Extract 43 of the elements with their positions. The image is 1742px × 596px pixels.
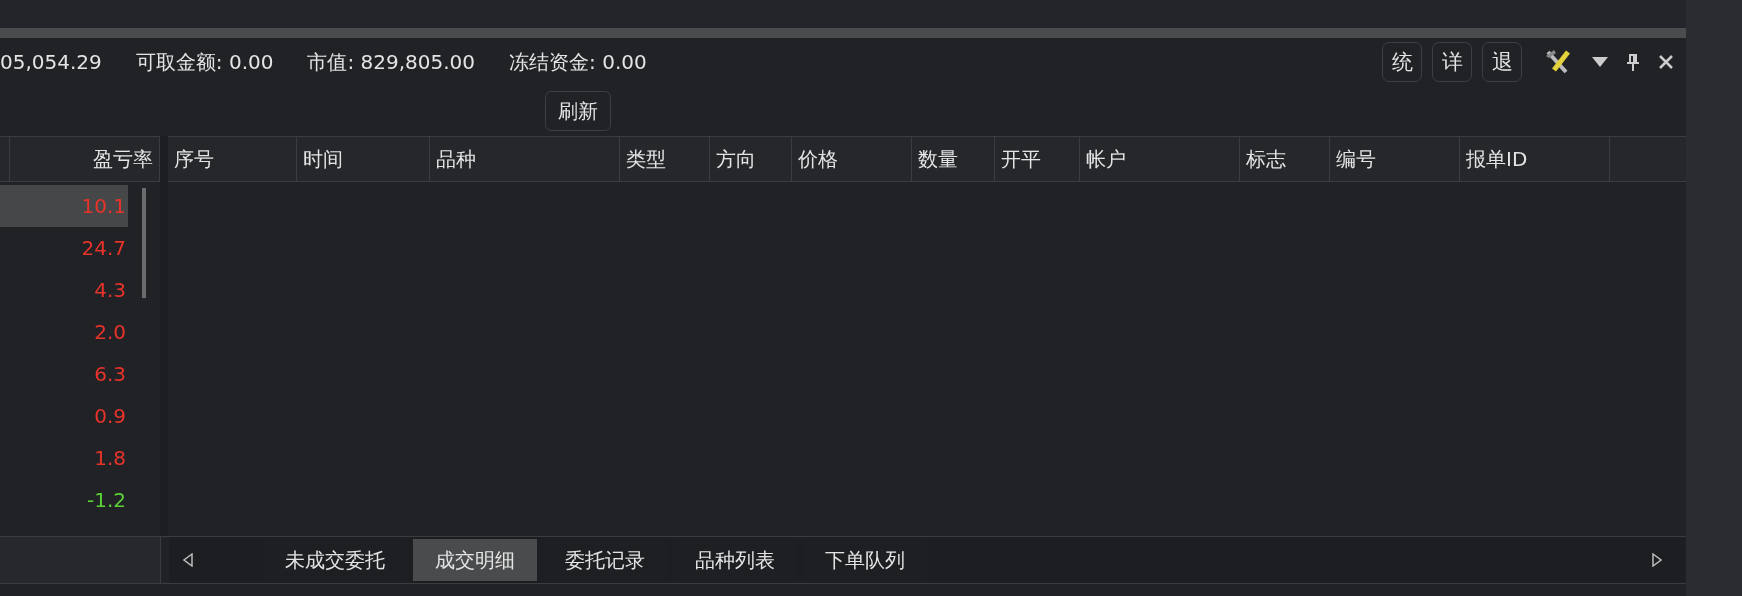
column-header[interactable]: 开平 — [995, 137, 1080, 181]
table-cell-text: 0.9 — [94, 404, 127, 428]
tab[interactable]: 成交明细 — [413, 539, 537, 581]
column-header[interactable]: 数量 — [912, 137, 995, 181]
column-header[interactable]: 类型 — [620, 137, 710, 181]
column-header[interactable]: 标志 — [1240, 137, 1330, 181]
toolbar-button[interactable]: 退 — [1482, 42, 1522, 82]
table-row[interactable]: 6.3 — [0, 353, 128, 395]
scrollbar-track[interactable] — [0, 28, 1686, 38]
scrollbar-thumb[interactable] — [142, 188, 146, 298]
column-header[interactable]: 品种 — [430, 137, 620, 181]
table-cell-text: -1.2 — [86, 488, 127, 512]
column-header[interactable]: 帐户 — [1080, 137, 1240, 181]
table-cell-text: 24.7 — [81, 236, 127, 260]
column-header[interactable]: 时间 — [297, 137, 430, 181]
pin-icon[interactable] — [1626, 53, 1640, 71]
table-cell-text: 1.8 — [94, 446, 127, 470]
table-cell-text: 2.0 — [94, 320, 127, 344]
table-cell-text: 6.3 — [94, 362, 127, 386]
close-icon[interactable] — [1658, 54, 1674, 70]
account-summary-text: 冻结资金: 0.00 — [509, 48, 647, 76]
column-header[interactable]: 序号 — [168, 137, 297, 181]
dropdown-icon[interactable] — [1592, 57, 1608, 67]
table-cell-text: 10.1 — [81, 194, 127, 218]
scroll-right-icon[interactable] — [1652, 553, 1662, 567]
table-row[interactable]: 4.3 — [0, 269, 128, 311]
scroll-left-icon[interactable] — [183, 553, 193, 567]
column-header[interactable]: 报单ID — [1460, 137, 1610, 181]
account-summary-text: 05,054.29 — [0, 50, 102, 74]
table-row[interactable]: 2.0 — [0, 311, 128, 353]
table-row[interactable]: 24.7 — [0, 227, 128, 269]
table-row[interactable]: 1.8 — [0, 437, 128, 479]
table-row[interactable]: -1.2 — [0, 479, 128, 521]
account-summary-text: 可取金额: 0.00 — [135, 48, 274, 76]
table-cell-text: 4.3 — [94, 278, 127, 302]
column-header[interactable]: 方向 — [710, 137, 792, 181]
refresh-button[interactable]: 刷新 — [545, 91, 611, 131]
column-header[interactable]: 价格 — [792, 137, 912, 181]
table-row[interactable]: 0.9 — [0, 395, 128, 437]
toolbar-button[interactable]: 详 — [1432, 42, 1472, 82]
account-summary-text: 市值: 829,805.00 — [307, 48, 476, 76]
toolbar-button[interactable]: 统 — [1382, 42, 1422, 82]
column-header[interactable]: 编号 — [1330, 137, 1460, 181]
